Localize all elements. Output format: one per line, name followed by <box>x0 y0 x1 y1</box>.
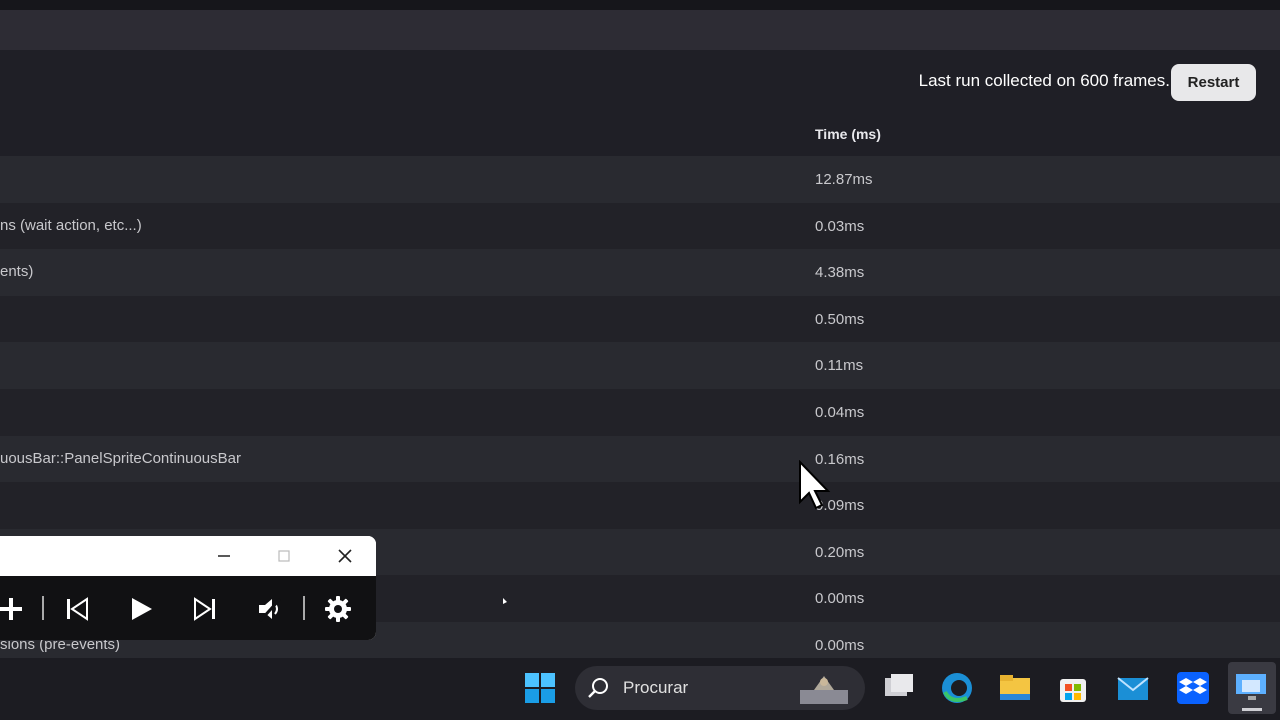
table-row[interactable]: 0.50ms <box>0 295 1280 343</box>
search-icon <box>586 676 610 700</box>
row-name: ents) <box>0 263 34 281</box>
mouse-cursor-icon <box>798 459 832 512</box>
play-icon[interactable] <box>126 594 156 624</box>
row-time: 0.00ms <box>815 636 865 654</box>
row-time: 0.04ms <box>815 403 865 421</box>
table-column-header: Time (ms) <box>0 114 1280 154</box>
maximize-icon[interactable] <box>272 544 296 568</box>
remote-desktop-icon[interactable] <box>1228 662 1276 714</box>
row-time: 0.50ms <box>815 310 865 328</box>
skip-forward-icon[interactable] <box>190 594 220 624</box>
time-column-header: Time (ms) <box>815 126 881 142</box>
volume-icon[interactable] <box>255 594 285 624</box>
toolbar-strip <box>0 10 1280 50</box>
table-row[interactable]: 0.11ms <box>0 342 1280 389</box>
separator <box>303 596 305 620</box>
player-titlebar[interactable] <box>0 536 376 576</box>
run-info-text: Last run collected on 600 frames. <box>918 71 1170 90</box>
edge-icon[interactable] <box>939 670 975 706</box>
top-strip <box>0 0 1280 10</box>
minimize-icon[interactable] <box>212 544 236 568</box>
table-row[interactable]: ents) 4.38ms <box>0 249 1280 296</box>
table-row[interactable]: ns (wait action, etc...) 0.03ms <box>0 202 1280 250</box>
task-view-icon[interactable] <box>881 670 917 706</box>
plus-icon[interactable] <box>0 594 26 624</box>
settings-icon[interactable] <box>323 594 353 624</box>
file-explorer-icon[interactable] <box>997 670 1033 706</box>
separator <box>42 596 44 620</box>
row-time: 0.03ms <box>815 217 865 235</box>
small-cursor-icon <box>503 591 507 604</box>
row-time: 4.38ms <box>815 264 865 282</box>
row-name: ns (wait action, etc...) <box>0 216 142 234</box>
close-icon[interactable] <box>333 544 357 568</box>
row-time: 0.11ms <box>815 357 864 375</box>
dropbox-icon[interactable] <box>1175 670 1211 706</box>
skip-back-icon[interactable] <box>62 594 92 624</box>
row-name: uousBar::PanelSpriteContinuousBar <box>0 449 241 467</box>
row-time: 0.20ms <box>815 543 865 561</box>
mini-player-window <box>0 536 376 640</box>
restart-button[interactable]: Restart <box>1171 64 1256 101</box>
store-icon[interactable] <box>1055 670 1091 706</box>
table-row[interactable]: uousBar::PanelSpriteContinuousBar 0.16ms <box>0 435 1280 483</box>
table-row[interactable]: 0.09ms <box>0 482 1280 529</box>
windows-start-icon[interactable] <box>523 671 559 707</box>
search-placeholder: Procurar <box>623 678 689 697</box>
search-highlight-icon <box>794 672 854 706</box>
player-controls <box>0 576 376 640</box>
table-row[interactable]: 12.87ms <box>0 156 1280 203</box>
table-row[interactable]: 0.04ms <box>0 388 1280 436</box>
row-time: 12.87ms <box>815 171 873 188</box>
mail-icon[interactable] <box>1115 670 1151 706</box>
row-time: 0.00ms <box>815 590 865 608</box>
